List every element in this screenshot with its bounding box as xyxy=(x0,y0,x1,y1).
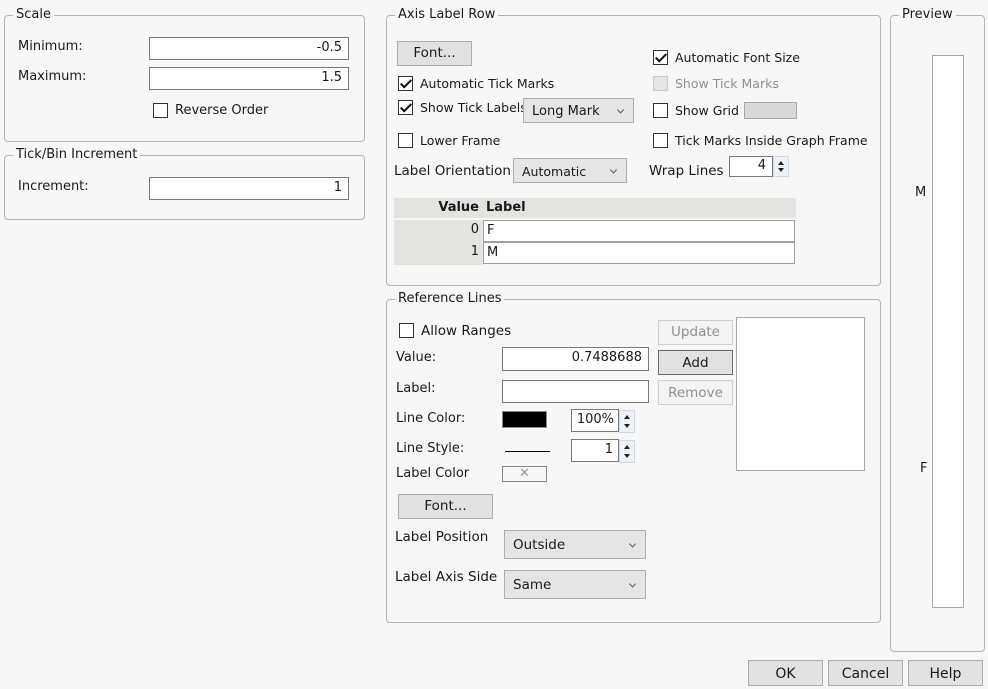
table-row-value: 1 xyxy=(470,244,479,259)
label-axis-side-value: Same xyxy=(513,577,552,593)
line-width-input[interactable]: 1 xyxy=(571,439,619,462)
automatic-tick-marks-label: Automatic Tick Marks xyxy=(420,76,555,91)
no-color-x-icon: ✕ xyxy=(519,466,530,481)
reference-lines-list[interactable] xyxy=(736,317,865,471)
table-header-label: Label xyxy=(486,200,526,215)
minimum-label: Minimum: xyxy=(18,39,83,54)
tick-marks-inside-label: Tick Marks Inside Graph Frame xyxy=(675,133,868,148)
spin-up-icon[interactable] xyxy=(778,161,784,165)
maximum-input[interactable]: 1.5 xyxy=(149,67,349,90)
show-tick-marks-checkbox[interactable] xyxy=(653,76,668,91)
line-width-spinner[interactable] xyxy=(619,440,635,463)
maximum-label: Maximum: xyxy=(18,69,87,84)
preview-title: Preview xyxy=(899,7,956,23)
spin-down-icon[interactable] xyxy=(624,424,630,428)
minimum-input[interactable]: -0.5 xyxy=(149,37,349,60)
lower-frame-checkbox[interactable] xyxy=(398,133,413,148)
add-button[interactable]: Add xyxy=(658,350,733,375)
tick-label-mode-select[interactable]: Long Mark xyxy=(523,98,634,123)
increment-input[interactable]: 1 xyxy=(149,177,349,200)
automatic-tick-marks-checkbox[interactable] xyxy=(398,76,413,91)
lower-frame-label: Lower Frame xyxy=(420,133,501,148)
chevron-down-icon xyxy=(616,105,625,114)
reference-lines-title: Reference Lines xyxy=(395,291,505,307)
tick-label-mode-value: Long Mark xyxy=(532,104,600,119)
preview-axis-frame xyxy=(932,55,964,608)
tick-marks-inside-checkbox[interactable] xyxy=(653,133,668,148)
cancel-button[interactable]: Cancel xyxy=(828,660,903,686)
line-style-label: Line Style: xyxy=(396,441,465,456)
label-color-swatch[interactable]: ✕ xyxy=(502,466,547,482)
table-row-value: 0 xyxy=(470,222,479,237)
spin-up-icon[interactable] xyxy=(624,445,630,449)
axis-label-row-title: Axis Label Row xyxy=(395,7,499,23)
update-button[interactable]: Update xyxy=(658,320,733,345)
increment-label: Increment: xyxy=(18,179,89,194)
help-button[interactable]: Help xyxy=(908,660,983,686)
show-tick-marks-label: Show Tick Marks xyxy=(675,76,779,91)
automatic-font-size-label: Automatic Font Size xyxy=(675,50,800,65)
wrap-lines-spinner[interactable] xyxy=(773,156,789,177)
grid-color-swatch[interactable] xyxy=(744,102,797,119)
reverse-order-label: Reverse Order xyxy=(175,103,269,118)
label-axis-side-label: Label Axis Side xyxy=(395,569,498,585)
automatic-font-size-checkbox[interactable] xyxy=(653,50,668,65)
table-header-value: Value xyxy=(438,200,479,215)
opacity-input[interactable]: 100% xyxy=(571,409,619,432)
wrap-lines-input[interactable]: 4 xyxy=(729,156,773,177)
ref-value-label: Value: xyxy=(396,350,437,365)
ref-label-input[interactable] xyxy=(502,380,649,403)
opacity-spinner[interactable] xyxy=(619,410,635,433)
remove-button[interactable]: Remove xyxy=(658,380,733,405)
table-row-label-input[interactable]: F xyxy=(483,220,795,242)
line-style-sample[interactable] xyxy=(505,451,550,452)
allow-ranges-label: Allow Ranges xyxy=(421,323,512,339)
scale-group-title: Scale xyxy=(13,7,54,23)
spin-down-icon[interactable] xyxy=(778,168,784,172)
ref-value-input[interactable]: 0.7488688 xyxy=(502,347,649,371)
reverse-order-checkbox[interactable] xyxy=(153,103,168,118)
preview-tick-label: M xyxy=(915,185,927,200)
label-position-label: Label Position xyxy=(395,529,489,545)
show-tick-labels-checkbox[interactable] xyxy=(398,100,413,115)
ref-label-label: Label: xyxy=(396,381,436,396)
table-row-label-input[interactable]: M xyxy=(483,242,795,264)
chevron-down-icon xyxy=(628,579,637,588)
show-grid-checkbox[interactable] xyxy=(653,103,668,118)
tick-bin-group-title: Tick/Bin Increment xyxy=(13,147,141,163)
label-axis-side-select[interactable]: Same xyxy=(504,570,646,599)
spin-down-icon[interactable] xyxy=(624,454,630,458)
spin-up-icon[interactable] xyxy=(624,415,630,419)
ref-font-button[interactable]: Font... xyxy=(398,494,493,519)
allow-ranges-checkbox[interactable] xyxy=(399,323,414,338)
label-orientation-label: Label Orientation xyxy=(394,163,511,179)
label-orientation-value: Automatic xyxy=(522,164,587,179)
label-position-value: Outside xyxy=(513,537,566,553)
line-color-swatch[interactable] xyxy=(502,411,547,428)
wrap-lines-label: Wrap Lines xyxy=(649,163,724,179)
label-position-select[interactable]: Outside xyxy=(504,530,646,559)
chevron-down-icon xyxy=(609,165,618,174)
show-tick-labels-label: Show Tick Labels xyxy=(420,100,527,115)
ok-button[interactable]: OK xyxy=(748,660,823,686)
line-color-label: Line Color: xyxy=(396,411,466,426)
show-grid-label: Show Grid xyxy=(675,103,739,118)
label-orientation-select[interactable]: Automatic xyxy=(513,158,627,183)
chevron-down-icon xyxy=(628,539,637,548)
label-color-label: Label Color xyxy=(396,466,470,481)
preview-tick-label: F xyxy=(920,461,928,476)
axis-font-button[interactable]: Font... xyxy=(397,41,472,66)
